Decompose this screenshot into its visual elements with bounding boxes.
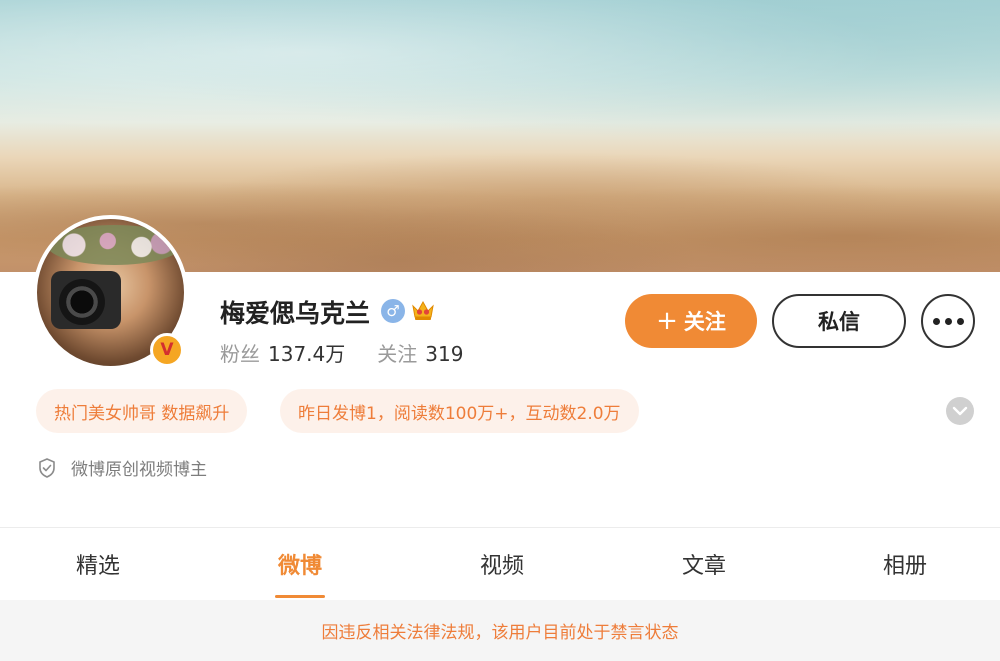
chevron-down-icon[interactable] xyxy=(946,397,974,425)
follow-button-label: 关注 xyxy=(683,310,726,334)
tab-featured[interactable]: 精选 xyxy=(43,528,153,600)
profile-tabs: 精选 微博 视频 文章 相册 xyxy=(0,528,1000,600)
avatar-flower-crown xyxy=(47,225,182,265)
male-icon: ♂ xyxy=(381,299,405,323)
more-dots-icon[interactable] xyxy=(921,294,975,348)
active-tab-indicator xyxy=(275,595,325,598)
shield-check-icon xyxy=(39,457,55,478)
tab-weibo[interactable]: 微博 xyxy=(245,528,355,600)
following-label: 关注 xyxy=(377,342,418,366)
certification: 微博原创视频博主 xyxy=(38,455,207,480)
tab-articles[interactable]: 文章 xyxy=(649,528,759,600)
crown-icon[interactable] xyxy=(410,297,436,323)
followers-label: 粉丝 xyxy=(220,342,260,366)
plus-icon: + xyxy=(656,306,678,336)
username: 梅爱偲乌克兰 xyxy=(220,299,371,328)
follow-button[interactable]: + 关注 xyxy=(625,294,757,348)
tab-videos[interactable]: 视频 xyxy=(447,528,557,600)
avatar-camera-lens xyxy=(59,279,105,325)
following-count[interactable]: 319 xyxy=(425,342,463,366)
certification-text: 微博原创视频博主 xyxy=(71,460,207,480)
message-button-label: 私信 xyxy=(818,310,860,334)
hot-tag[interactable]: 热门美女帅哥 数据飙升 xyxy=(36,389,248,433)
message-button[interactable]: 私信 xyxy=(772,294,906,348)
verified-badge-icon: V xyxy=(150,333,184,367)
followers-count[interactable]: 137.4万 xyxy=(268,342,345,366)
ban-notice-text: 因违反相关法律法规，该用户目前处于禁言状态 xyxy=(321,623,679,643)
profile-stats: 粉丝 137.4万 关注 319 xyxy=(220,338,463,367)
activity-tag[interactable]: 昨日发博1，阅读数100万+，互动数2.0万 xyxy=(280,389,639,433)
tab-albums[interactable]: 相册 xyxy=(850,528,960,600)
cover-sea-area xyxy=(0,0,1000,150)
ban-notice: 因违反相关法律法规，该用户目前处于禁言状态 xyxy=(0,600,1000,661)
